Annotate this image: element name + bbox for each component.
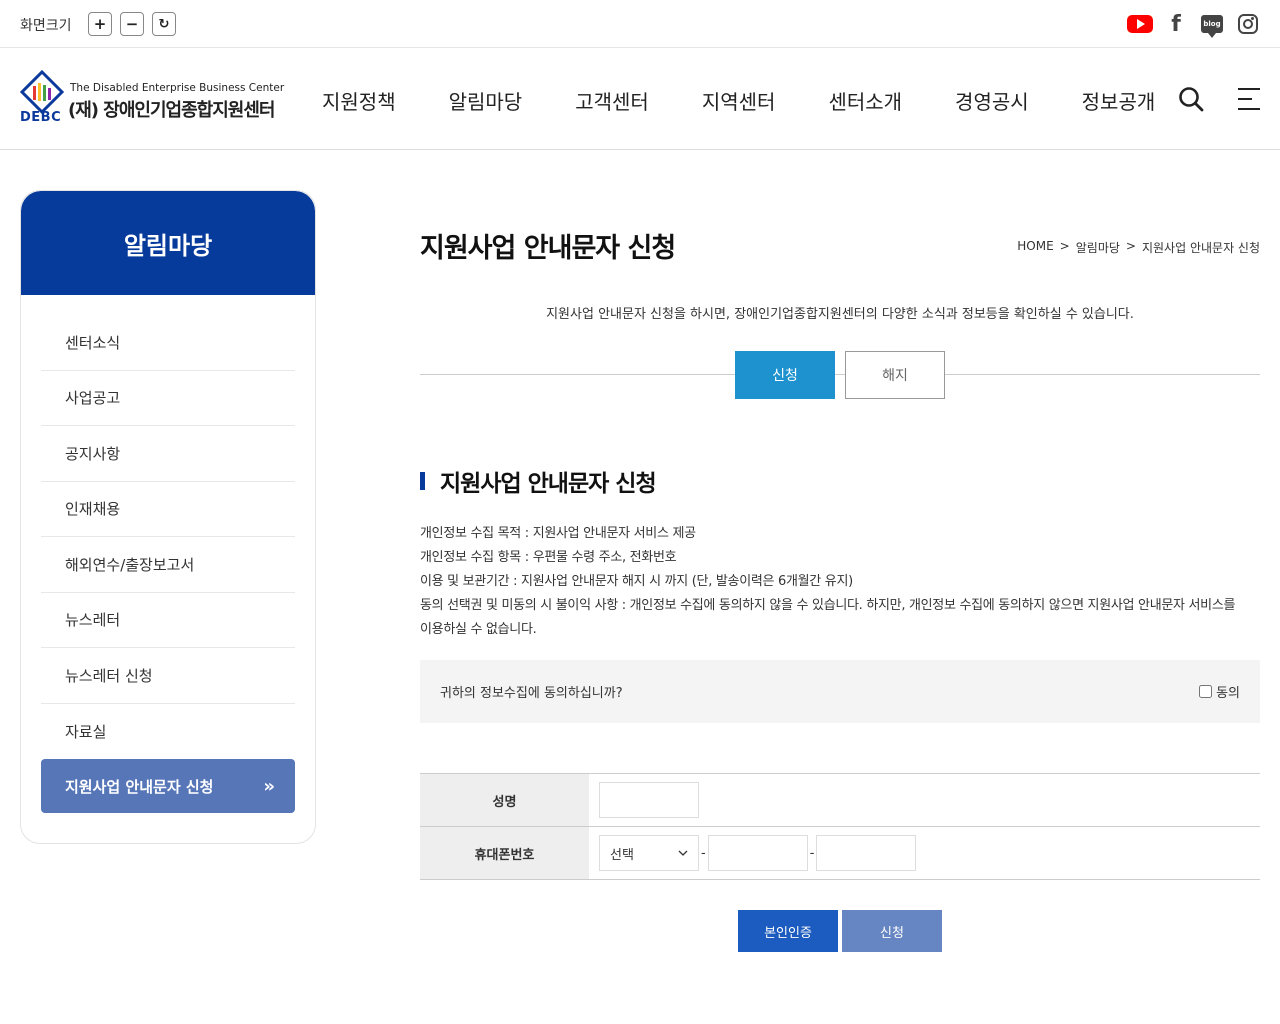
breadcrumb: HOME > 알림마당 > 지원사업 안내문자 신청 bbox=[1017, 239, 1260, 256]
sidebar-item-announcements[interactable]: 공지사항 bbox=[41, 426, 295, 482]
section-title-bar bbox=[420, 472, 425, 490]
instagram-link[interactable] bbox=[1235, 12, 1261, 36]
logo-korean-name: (재) 장애인기업종합지원센터 bbox=[68, 100, 275, 121]
consent-box: 귀하의 정보수집에 동의하십니까? 동의 bbox=[420, 660, 1260, 723]
sidebar-menu: 센터소식 사업공고 공지사항 인재채용 해외연수/출장보고서 뉴스레터 뉴스레터… bbox=[21, 295, 315, 813]
name-cell bbox=[589, 774, 1260, 826]
facebook-icon: f bbox=[1171, 11, 1181, 37]
tab-apply[interactable]: 신청 bbox=[735, 351, 835, 399]
consent-checkbox[interactable] bbox=[1199, 685, 1213, 698]
blog-link[interactable]: blog bbox=[1199, 12, 1225, 38]
tab-cancel[interactable]: 해지 bbox=[845, 351, 945, 399]
privacy-info: 개인정보 수집 목적 : 지원사업 안내문자 서비스 제공 개인정보 수집 항목… bbox=[420, 522, 1260, 642]
section-title: 지원사업 안내문자 신청 bbox=[420, 464, 657, 498]
privacy-info-line: 이용 및 보관기간 : 지원사업 안내문자 해지 시 까지 (단, 발송이력은 … bbox=[420, 574, 853, 589]
zoom-out-button[interactable]: − bbox=[120, 12, 144, 36]
identity-verify-button[interactable]: 본인인증 bbox=[738, 910, 838, 952]
consent-label: 동의 bbox=[1216, 686, 1240, 701]
sidebar-item-overseas-report[interactable]: 해외연수/출장보고서 bbox=[41, 537, 295, 593]
privacy-info-line: 동의 선택권 및 미동의 시 불이익 사항 : 개인정보 수집에 동의하지 않을… bbox=[420, 598, 1236, 613]
search-icon[interactable] bbox=[1178, 86, 1204, 112]
utility-bar: 화면크기 + − ↻ f blog bbox=[0, 0, 1280, 48]
site-logo[interactable]: DEBC The Disabled Enterprise Business Ce… bbox=[20, 70, 290, 130]
sidebar: 알림마당 센터소식 사업공고 공지사항 인재채용 해외연수/출장보고서 뉴스레터… bbox=[20, 190, 316, 844]
section-title-text: 지원사업 안내문자 신청 bbox=[440, 471, 657, 497]
sidebar-item-center-news[interactable]: 센터소식 bbox=[41, 315, 295, 371]
sidebar-item-sms-apply[interactable]: 지원사업 안내문자 신청 » bbox=[41, 759, 295, 813]
zoom-reset-button[interactable]: ↻ bbox=[152, 12, 176, 36]
facebook-link[interactable]: f bbox=[1163, 11, 1189, 37]
privacy-info-line: 개인정보 수집 목적 : 지원사업 안내문자 서비스 제공 bbox=[420, 526, 696, 541]
instagram-icon bbox=[1238, 14, 1258, 34]
nav-management-disclosure[interactable]: 경영공시 bbox=[955, 86, 1029, 115]
zoom-in-button[interactable]: + bbox=[88, 12, 112, 36]
nav-center-intro[interactable]: 센터소개 bbox=[828, 86, 902, 115]
form-row-phone: 휴대폰번호 선택 - - bbox=[420, 827, 1260, 880]
phone-last-input[interactable] bbox=[816, 835, 917, 871]
debc-logo-icon bbox=[20, 70, 64, 114]
privacy-info-line: 이용하실 수 없습니다. bbox=[420, 622, 537, 637]
hamburger-menu-icon[interactable] bbox=[1238, 88, 1260, 110]
nav-info-disclosure[interactable]: 정보공개 bbox=[1082, 86, 1156, 115]
blog-icon: blog bbox=[1201, 15, 1223, 38]
name-label: 성명 bbox=[420, 774, 589, 826]
sidebar-item-archive[interactable]: 자료실 bbox=[41, 704, 295, 760]
intro-text: 지원사업 안내문자 신청을 하시면, 장애인기업종합지원센터의 다양한 소식과 … bbox=[546, 307, 1134, 322]
phone-dash: - bbox=[701, 845, 706, 861]
tab-divider bbox=[420, 374, 1260, 375]
breadcrumb-separator: > bbox=[1125, 239, 1136, 253]
font-size-label: 화면크기 bbox=[20, 18, 72, 34]
phone-label: 휴대폰번호 bbox=[420, 827, 589, 879]
application-form: 성명 휴대폰번호 선택 - - bbox=[420, 773, 1260, 880]
nav-customer-center[interactable]: 고객센터 bbox=[575, 86, 649, 115]
consent-question: 귀하의 정보수집에 동의하십니까? bbox=[440, 686, 623, 701]
consent-agree[interactable]: 동의 bbox=[1199, 682, 1240, 701]
sidebar-item-business-notice[interactable]: 사업공고 bbox=[41, 371, 295, 426]
phone-dash: - bbox=[809, 845, 815, 861]
sidebar-item-newsletter[interactable]: 뉴스레터 bbox=[41, 593, 295, 648]
nav-regional-center[interactable]: 지역센터 bbox=[702, 86, 776, 115]
breadcrumb-home[interactable]: HOME bbox=[1017, 239, 1053, 256]
privacy-info-line: 개인정보 수집 항목 : 우편물 수령 주소, 전화번호 bbox=[420, 550, 677, 565]
phone-cell: 선택 - - bbox=[589, 827, 1260, 879]
breadcrumb-notice-board[interactable]: 알림마당 bbox=[1076, 239, 1120, 256]
youtube-link[interactable] bbox=[1127, 12, 1153, 36]
submit-button[interactable]: 신청 bbox=[842, 910, 942, 952]
sidebar-title: 알림마당 bbox=[21, 191, 315, 295]
breadcrumb-current: 지원사업 안내문자 신청 bbox=[1141, 241, 1260, 255]
phone-prefix-value: 선택 bbox=[610, 847, 634, 863]
breadcrumb-separator: > bbox=[1059, 239, 1070, 253]
nav-support-policy[interactable]: 지원정책 bbox=[322, 86, 396, 115]
form-row-name: 성명 bbox=[420, 774, 1260, 827]
nav-notice-board[interactable]: 알림마당 bbox=[449, 86, 523, 115]
page-title: 지원사업 안내문자 신청 bbox=[420, 233, 676, 264]
site-header: DEBC The Disabled Enterprise Business Ce… bbox=[0, 48, 1280, 150]
chevron-down-icon bbox=[678, 850, 688, 856]
logo-abbr: DEBC bbox=[20, 110, 62, 125]
phone-middle-input[interactable] bbox=[707, 835, 808, 871]
sidebar-item-label: 지원사업 안내문자 신청 bbox=[65, 777, 214, 796]
youtube-icon bbox=[1127, 15, 1153, 33]
sidebar-item-recruitment[interactable]: 인재채용 bbox=[41, 482, 295, 537]
logo-english-name: The Disabled Enterprise Business Center bbox=[70, 82, 285, 94]
main-navigation: 지원정책 알림마당 고객센터 지역센터 센터소개 경영공시 정보공개 bbox=[322, 86, 1208, 115]
name-input[interactable] bbox=[599, 782, 699, 818]
phone-prefix-select[interactable]: 선택 bbox=[599, 835, 699, 871]
sidebar-item-newsletter-apply[interactable]: 뉴스레터 신청 bbox=[41, 648, 295, 704]
double-chevron-right-icon: » bbox=[263, 775, 275, 797]
